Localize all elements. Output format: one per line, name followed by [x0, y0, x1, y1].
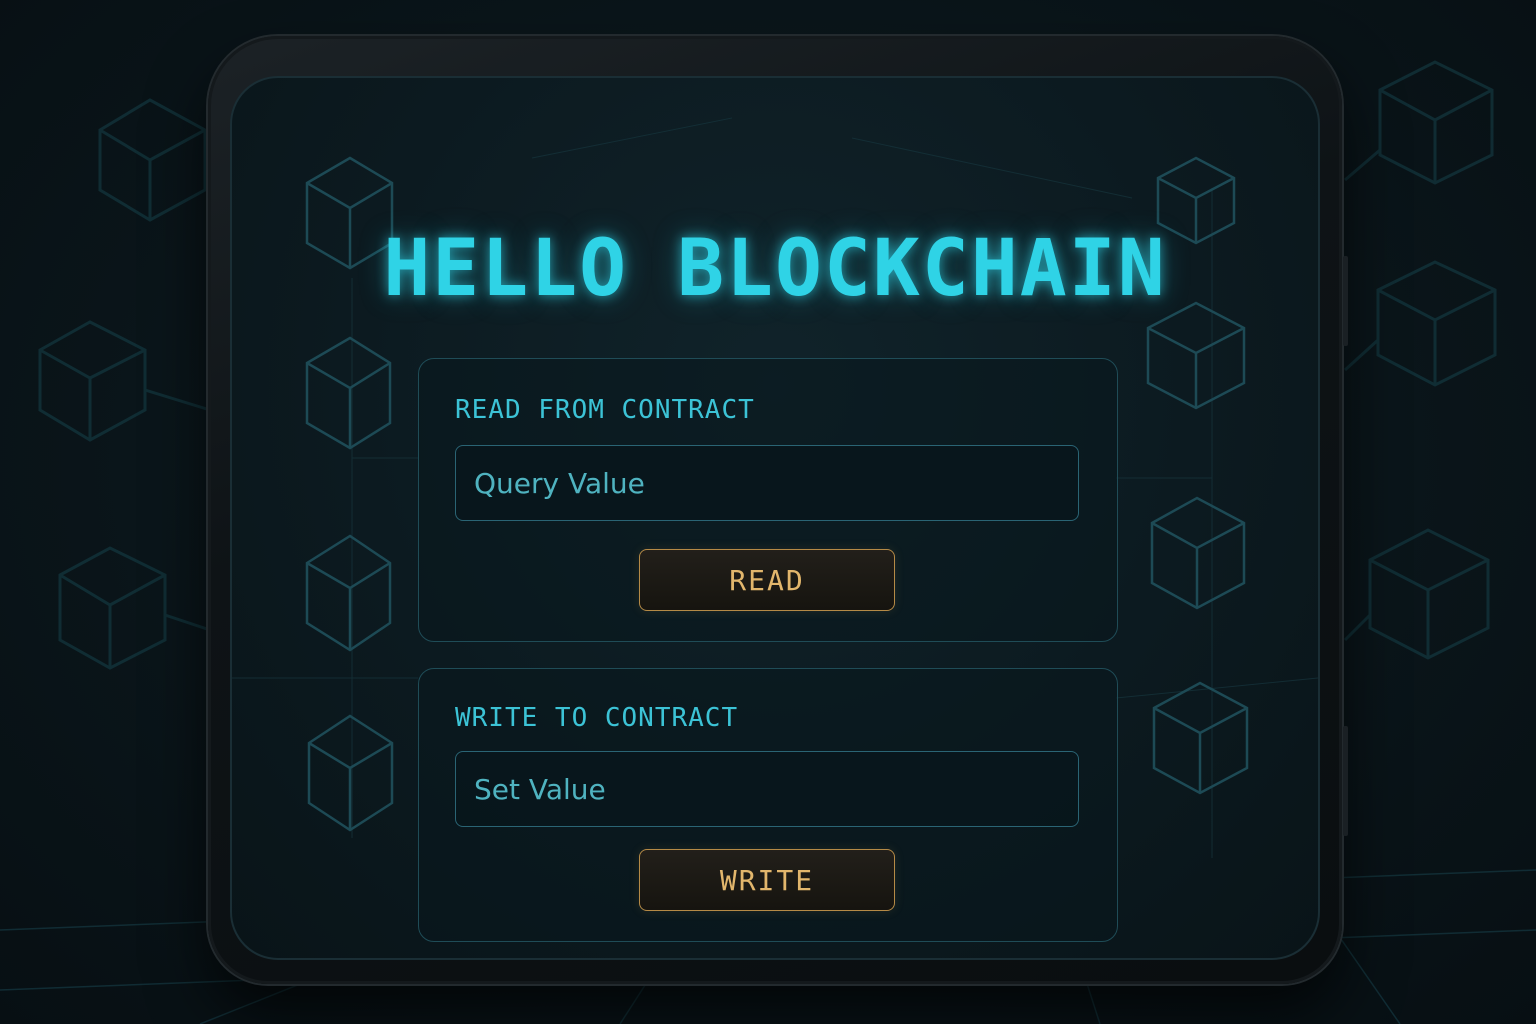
scene-background: HELLO BLOCKCHAIN READ FROM CONTRACT READ…: [0, 0, 1536, 1024]
cube-icon: [98, 98, 207, 222]
write-button[interactable]: WRITE: [639, 849, 895, 911]
cube-icon: [1368, 528, 1490, 660]
page-title: HELLO BLOCKCHAIN: [383, 224, 1167, 314]
write-section-label: WRITE TO CONTRACT: [455, 703, 739, 733]
cube-icon: [1152, 681, 1249, 795]
read-panel: READ FROM CONTRACT READ: [418, 358, 1118, 642]
tablet-device: HELLO BLOCKCHAIN READ FROM CONTRACT READ…: [208, 36, 1348, 984]
query-value-input[interactable]: [455, 445, 1079, 521]
cube-icon: [1378, 60, 1494, 185]
set-value-input[interactable]: [455, 751, 1079, 827]
write-panel: WRITE TO CONTRACT WRITE: [418, 668, 1118, 942]
read-section-label: READ FROM CONTRACT: [455, 395, 755, 425]
cube-icon: [38, 320, 147, 442]
side-button: [1343, 256, 1348, 346]
cube-icon: [305, 534, 392, 652]
cube-icon: [305, 336, 392, 450]
cube-icon: [1150, 496, 1246, 610]
cube-icon: [307, 714, 394, 832]
cube-icon: [1376, 260, 1497, 387]
side-button: [1343, 726, 1348, 836]
cube-icon: [58, 546, 167, 670]
app-screen: HELLO BLOCKCHAIN READ FROM CONTRACT READ…: [230, 76, 1320, 960]
read-button[interactable]: READ: [639, 549, 895, 611]
cube-icon: [1146, 301, 1246, 410]
